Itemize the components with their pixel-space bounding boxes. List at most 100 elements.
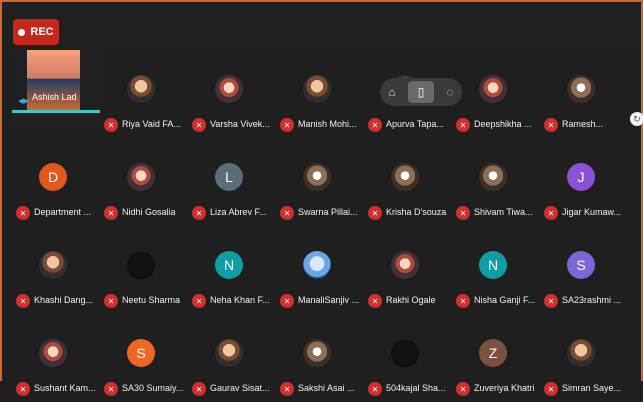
recording-indicator: REC (13, 19, 59, 45)
mic-muted-icon: ✕ (16, 206, 30, 220)
participant-tile[interactable]: J ✕ Jigar Kumaw... (540, 148, 630, 226)
participant-tile[interactable]: ✕ 504kajal Sha... (364, 324, 454, 402)
mic-muted-icon: ✕ (544, 206, 558, 220)
profile-photo-avatar (391, 251, 419, 279)
participant-tile[interactable]: D ✕ Department ... (12, 148, 102, 226)
record-dot-icon (18, 28, 26, 36)
profile-photo-avatar (39, 339, 67, 367)
participant-tile[interactable]: L ✕ Liza Abrev F... (188, 148, 278, 226)
scroll-indicator-icon[interactable]: ↻ (630, 112, 643, 126)
participant-name: Liza Abrev F... (210, 207, 267, 217)
participant-name: Varsha Vivek... (210, 119, 270, 129)
participant-tile[interactable]: ✕ Varsha Vivek... (188, 60, 278, 138)
participant-name: Riya Vaid FA... (122, 119, 181, 129)
recording-label: REC (30, 26, 54, 38)
participant-tile[interactable]: S ✕ SA23rashmi ... (540, 236, 630, 314)
participant-name: SA30 Sumaiy... (122, 383, 184, 393)
participant-tile[interactable]: ✕ ManaliSanjiv ... (276, 236, 366, 314)
mic-muted-icon: ✕ (104, 118, 118, 132)
active-speaker-bar (12, 110, 100, 113)
participant-tile[interactable]: ✕ Ramesh... (540, 60, 630, 138)
mic-muted-icon: ✕ (16, 382, 30, 396)
participant-name: Neetu Sharma (122, 295, 181, 305)
mic-muted-icon: ✕ (544, 118, 558, 132)
profile-photo-avatar (479, 163, 507, 191)
mic-muted-icon: ✕ (280, 382, 294, 396)
participant-tile[interactable]: ✕ Simran Saye... (540, 324, 630, 402)
participant-tile[interactable]: ✕ Khashi Dang... (12, 236, 102, 314)
featured-speaker-tile[interactable]: ◀▶ Ashish Lad (12, 50, 102, 124)
participant-name: Simran Saye... (562, 383, 622, 393)
participant-tile[interactable]: ✕ Neetu Sharma (100, 236, 190, 314)
participant-name: Neha Khan F... (210, 295, 270, 305)
mic-muted-icon: ✕ (104, 294, 118, 308)
speaking-icon: ◀▶ (18, 98, 29, 105)
participant-tile[interactable]: ◀▶ Ashish Lad (12, 50, 102, 138)
initial-avatar: L (215, 163, 243, 191)
profile-photo-avatar (391, 339, 419, 367)
participant-tile[interactable]: ✕ Sakshi Asai ... (276, 324, 366, 402)
participant-tile[interactable]: N ✕ Nisha Ganji F... (452, 236, 542, 314)
participant-name: Department ... (34, 207, 92, 217)
profile-photo-avatar (215, 75, 243, 103)
initial-avatar: Z (479, 339, 507, 367)
profile-photo-avatar (479, 75, 507, 103)
profile-photo-avatar (215, 339, 243, 367)
participant-name: Sushant Kam... (34, 383, 96, 393)
more-options-icon[interactable]: ◌ (442, 84, 458, 100)
participant-tile[interactable]: N ✕ Neha Khan F... (188, 236, 278, 314)
participant-tile[interactable]: ✕ Sushant Kam... (12, 324, 102, 402)
initial-avatar: S (127, 339, 155, 367)
mic-muted-icon: ✕ (368, 382, 382, 396)
participant-name: Nisha Ganji F... (474, 295, 536, 305)
participant-name: 504kajal Sha... (386, 383, 446, 393)
initial-avatar: J (567, 163, 595, 191)
participant-tile[interactable]: S ✕ SA30 Sumaiy... (100, 324, 190, 402)
video-controls[interactable]: ⌂ ▯ ◌ (380, 78, 462, 106)
participant-tile[interactable]: ✕ Gaurav Sisat... (188, 324, 278, 402)
mic-muted-icon: ✕ (456, 118, 470, 132)
mic-muted-icon: ✕ (456, 206, 470, 220)
participant-tile[interactable]: ✕ Riya Vaid FA... (100, 60, 190, 138)
mic-muted-icon: ✕ (544, 382, 558, 396)
mic-muted-icon: ✕ (368, 118, 382, 132)
participant-tile[interactable]: ✕ Manish Mohi... (276, 60, 366, 138)
initial-avatar: S (567, 251, 595, 279)
profile-photo-avatar (127, 75, 155, 103)
profile-photo-avatar (567, 75, 595, 103)
participant-tile[interactable]: Z ✕ Zuveriya Khatri (452, 324, 542, 402)
participant-name: Nidhi Gosalia (122, 207, 176, 217)
top-bar: REC (2, 2, 641, 46)
fullscreen-icon[interactable]: ▯ (408, 81, 434, 103)
mic-muted-icon: ✕ (280, 206, 294, 220)
profile-photo-avatar (303, 163, 331, 191)
profile-photo-avatar (303, 339, 331, 367)
mic-muted-icon: ✕ (544, 294, 558, 308)
participant-tile[interactable]: ✕ Nidhi Gosalia (100, 148, 190, 226)
participant-tile[interactable]: ✕ Swarna Pillai... (276, 148, 366, 226)
participant-tile[interactable]: ✕ Krisha D'souza (364, 148, 454, 226)
participant-tile[interactable]: ✕ Shivam Tiwa... (452, 148, 542, 226)
mic-muted-icon: ✕ (280, 118, 294, 132)
participant-tile[interactable]: ✕ Rakhi Ogale (364, 236, 454, 314)
participant-name: Zuveriya Khatri (474, 383, 535, 393)
mic-muted-icon: ✕ (280, 294, 294, 308)
initial-avatar: N (215, 251, 243, 279)
participant-name: Ashish Lad (32, 92, 77, 102)
mic-muted-icon: ✕ (456, 294, 470, 308)
pin-icon[interactable]: ⌂ (384, 84, 400, 100)
participant-name: Gaurav Sisat... (210, 383, 270, 393)
mic-muted-icon: ✕ (192, 206, 206, 220)
participant-tile[interactable]: ✕ Deepshikha ... (452, 60, 542, 138)
profile-photo-avatar (127, 163, 155, 191)
participant-name: Ramesh... (562, 119, 604, 129)
participant-name: Manish Mohi... (298, 119, 357, 129)
participant-name: Khashi Dang... (34, 295, 94, 305)
mic-muted-icon: ✕ (16, 294, 30, 308)
profile-photo-avatar (303, 251, 331, 279)
participant-name: Deepshikha ... (474, 119, 532, 129)
participant-name: Sakshi Asai ... (298, 383, 355, 393)
participant-name: ManaliSanjiv ... (298, 295, 360, 305)
mic-muted-icon: ✕ (192, 118, 206, 132)
mic-muted-icon: ✕ (104, 206, 118, 220)
